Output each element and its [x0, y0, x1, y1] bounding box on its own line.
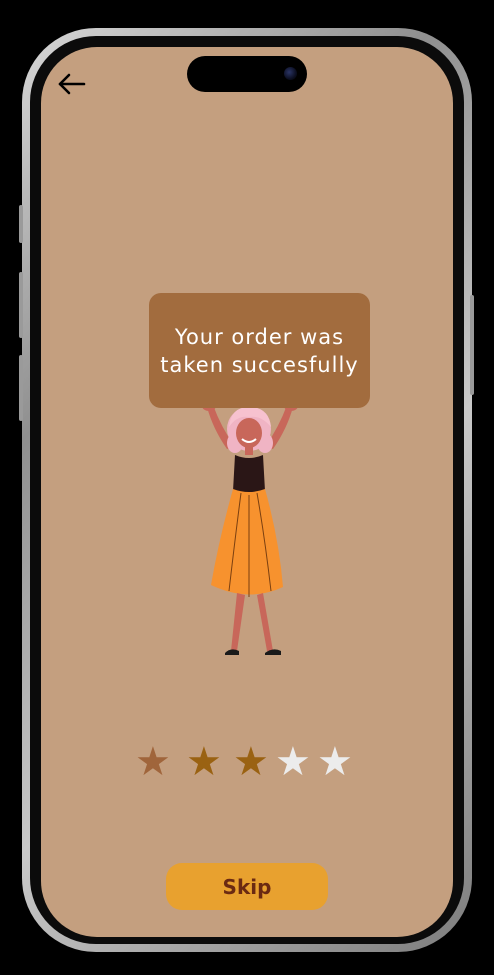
- order-success-message: Your order was taken succesfully: [160, 324, 359, 377]
- woman-holding-sign-illustration: [191, 399, 311, 665]
- star-rating[interactable]: ★ ★ ★ ★ ★: [135, 737, 365, 787]
- arrow-left-icon: [58, 73, 86, 95]
- skip-button[interactable]: Skip: [166, 863, 328, 910]
- order-success-screen: Your order was taken succesfully ★ ★ ★ ★…: [41, 47, 453, 937]
- star-2-icon[interactable]: ★: [186, 737, 222, 787]
- action-button: [19, 205, 23, 243]
- dynamic-island: [187, 56, 307, 92]
- front-camera: [284, 67, 297, 80]
- volume-up-button: [19, 272, 23, 338]
- volume-down-button: [19, 355, 23, 421]
- star-1-icon[interactable]: ★: [135, 737, 171, 787]
- order-success-toast: Your order was taken succesfully: [149, 293, 370, 408]
- back-button[interactable]: [55, 67, 89, 101]
- star-4-icon[interactable]: ★: [275, 737, 311, 787]
- star-3-icon[interactable]: ★: [233, 737, 269, 787]
- power-button: [470, 295, 474, 395]
- star-5-icon[interactable]: ★: [317, 737, 353, 787]
